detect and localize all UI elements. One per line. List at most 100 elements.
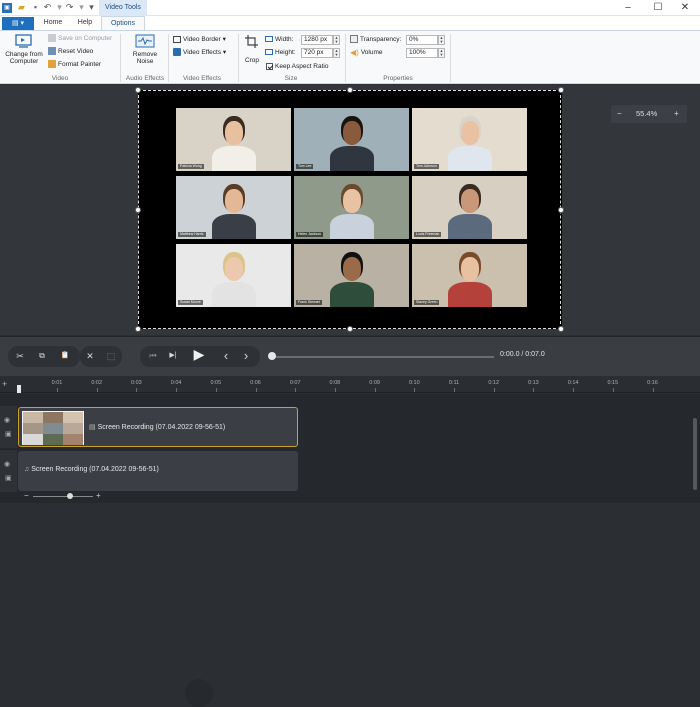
ruler-tick [136, 388, 138, 392]
copy-icon[interactable]: ⧉ [34, 347, 50, 365]
timeline-ruler[interactable]: + 0:01 0:02 0:03 0:04 0:05 0:06 0:07 0:08 0:09 0:… [0, 377, 700, 393]
save-on-computer-label: Save on Computer [58, 35, 113, 42]
video-effects-label: Video Effects ▾ [183, 49, 227, 56]
maximize-button[interactable]: ☐ [643, 0, 673, 16]
customize-icon[interactable]: ▾ [86, 2, 97, 13]
go-to-start-icon[interactable]: ⏮ [145, 347, 161, 365]
ruler-tick-label: 0:14 [567, 380, 579, 386]
thumbnail [23, 423, 43, 434]
visibility-icon[interactable]: ◉ [4, 416, 10, 424]
thumbnail [63, 434, 83, 445]
zoom-in-button[interactable]: + [674, 105, 679, 123]
film-icon: ▤ [89, 424, 98, 431]
visibility-icon[interactable]: ◉ [4, 460, 10, 468]
save-on-computer-button[interactable]: Save on Computer [48, 34, 112, 43]
lock-icon[interactable]: ▣ [5, 430, 12, 438]
ruler-tick-label: 0:12 [488, 380, 500, 386]
ruler-tick [652, 388, 654, 392]
cut-icon[interactable]: ✂ [12, 347, 28, 365]
play-button[interactable] [185, 679, 213, 707]
format-painter-button[interactable]: Format Painter [48, 60, 101, 69]
tab-help[interactable]: Help [69, 16, 101, 30]
crop-button[interactable]: Crop [241, 34, 263, 64]
border-icon [173, 35, 181, 43]
timeline-zoom-handle[interactable] [67, 493, 73, 499]
resize-handle-right[interactable] [558, 207, 564, 213]
zoom-level: 55.4% [636, 109, 658, 118]
volume-input[interactable]: 100% [406, 48, 438, 58]
ruler-tick [493, 388, 495, 392]
width-spinner[interactable]: ▲ ▼ [333, 35, 340, 45]
transparency-label-text: Transparency: [360, 36, 402, 43]
volume-spinner[interactable]: ▲ ▼ [438, 48, 445, 58]
save-icon[interactable]: ▪ [30, 2, 41, 13]
volume-icon: ◀) [350, 48, 359, 57]
size-group-label: Size [284, 75, 298, 82]
next-frame-icon[interactable]: › [238, 347, 254, 365]
ruler-tick [295, 388, 297, 392]
delete-icon[interactable]: ✕ [82, 347, 98, 365]
video-border-button[interactable]: Video Border ▾ [173, 35, 226, 44]
lock-icon[interactable]: ▣ [5, 474, 12, 482]
audio-clip-label: ♫ Screen Recording (07.04.2022 09-56-51) [24, 466, 159, 473]
file-menu-button[interactable]: ▤ ▾ [2, 17, 34, 30]
checkbox-checked-icon [266, 62, 273, 70]
play-icon[interactable]: ▶ [191, 345, 207, 363]
step-back-icon[interactable]: ▶| [165, 347, 181, 365]
open-icon[interactable]: ▰ [16, 2, 27, 13]
width-input[interactable]: 1280 px [301, 35, 333, 45]
ruler-tick-label: 0:01 [51, 380, 63, 386]
title-bar: ▣ ▰ ▪ ↶ ▾ ↷ ▾ ▾ Video Tools – ☐ ✕ [0, 0, 700, 16]
resize-handle-top-left[interactable] [135, 87, 141, 93]
timecode: 0:00.0 / 0:07.0 [500, 351, 545, 358]
video-effects-button[interactable]: Video Effects ▾ [173, 48, 226, 57]
properties-group-label: Properties [383, 75, 413, 82]
ruler-tick [215, 388, 217, 392]
ruler-tick-label: 0:07 [289, 380, 301, 386]
playhead-marker[interactable] [17, 385, 21, 393]
keep-aspect-ratio-checkbox[interactable]: Keep Aspect Ratio [266, 62, 328, 71]
resize-handle-bottom[interactable] [347, 326, 353, 332]
height-spinner[interactable]: ▲ ▼ [333, 48, 340, 58]
resize-handle-bottom-left[interactable] [135, 326, 141, 332]
previous-frame-icon[interactable]: ‹ [218, 347, 234, 365]
remove-noise-label: Remove Noise [132, 51, 158, 65]
video-tools-context-tab: Video Tools [99, 0, 147, 16]
tab-options[interactable]: Options [101, 16, 145, 30]
close-button[interactable]: ✕ [670, 0, 700, 16]
zoom-out-button[interactable]: − [617, 105, 622, 123]
ruler-tick-label: 0:02 [91, 380, 103, 386]
volume-label-text: Volume [360, 49, 383, 57]
remove-noise-button[interactable]: Remove Noise [128, 34, 162, 65]
reset-video-button[interactable]: Reset Video [48, 47, 93, 56]
minimize-button[interactable]: – [613, 0, 643, 16]
add-track-icon[interactable]: + [2, 379, 7, 389]
timeline-zoom-slider[interactable] [33, 496, 93, 497]
audio-track-controls: ◉ ▣ [0, 450, 17, 492]
redo-icon[interactable]: ↷ [64, 2, 75, 13]
transparency-input[interactable]: 0% [406, 35, 438, 45]
ruler-tick-label: 0:04 [170, 380, 182, 386]
audio-clip[interactable]: ♫ Screen Recording (07.04.2022 09-56-51) [18, 451, 298, 491]
timeline-zoom-out-button[interactable]: − [24, 491, 29, 500]
paste-icon[interactable]: 📋 [57, 347, 73, 365]
resize-handle-top-right[interactable] [558, 87, 564, 93]
transparency-spinner[interactable]: ▲ ▼ [438, 35, 445, 45]
timeline-zoom-in-button[interactable]: + [96, 491, 101, 500]
crop-tool-icon[interactable]: ⬚ [103, 347, 119, 365]
tab-home[interactable]: Home [37, 16, 69, 30]
format-painter-icon [48, 60, 56, 69]
thumbnail [23, 412, 43, 423]
resize-handle-top[interactable] [347, 87, 353, 93]
seek-bar[interactable] [272, 356, 494, 358]
timeline-vertical-scrollbar[interactable] [693, 418, 697, 490]
change-from-computer-button[interactable]: Change from Computer [4, 34, 44, 65]
seek-handle[interactable] [268, 352, 276, 360]
video-clip[interactable]: ▤ Screen Recording (07.04.2022 09-56-51) [18, 407, 298, 447]
undo-icon[interactable]: ↶ [42, 2, 53, 13]
height-input[interactable]: 720 px [301, 48, 333, 58]
timeline-tracks: ◉ ▣ ◉ ▣ ▤ Screen Recording (07.04.2022 0… [0, 394, 700, 503]
resize-handle-bottom-right[interactable] [558, 326, 564, 332]
remove-noise-icon [135, 34, 155, 48]
resize-handle-left[interactable] [135, 207, 141, 213]
